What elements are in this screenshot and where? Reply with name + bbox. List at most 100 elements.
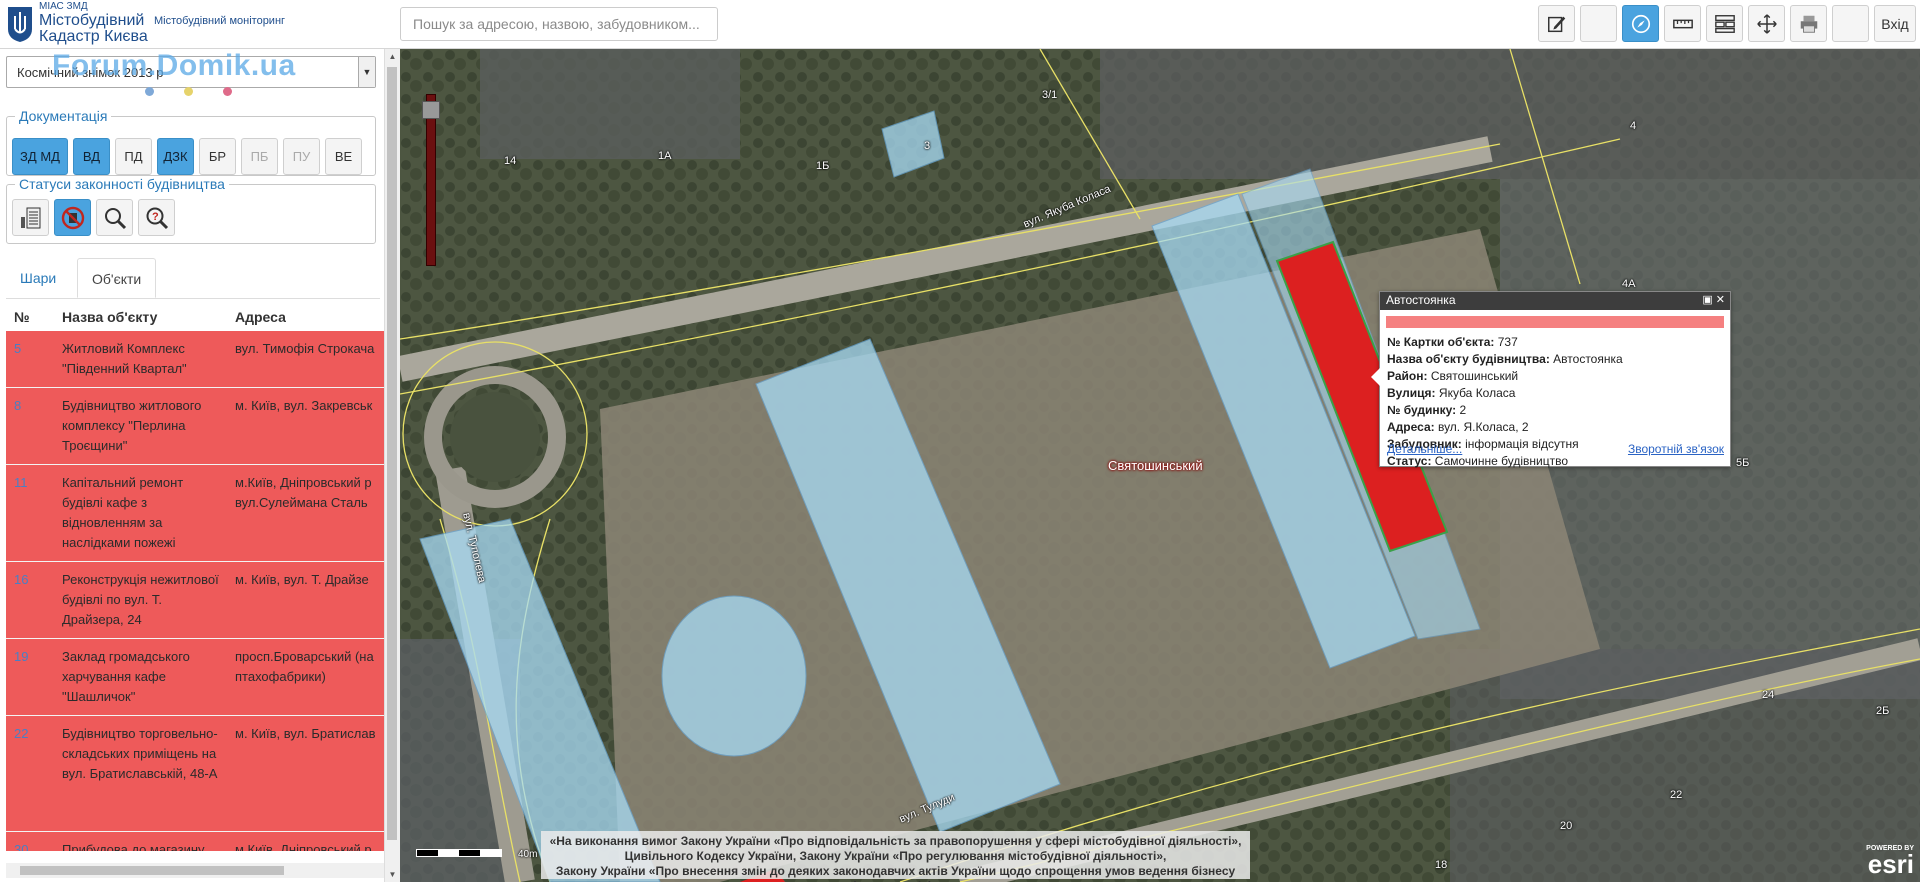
row-number: 5 <box>14 341 22 356</box>
svg-text:?: ? <box>152 211 159 223</box>
popup-field: Район: Святошинський <box>1380 368 1730 385</box>
compass-button[interactable] <box>1622 5 1659 42</box>
row-name: Прибудова до магазину <box>62 842 205 851</box>
toolbar: Вхід <box>1538 5 1920 43</box>
popup-links: Детальніше... Зворотній зв'язок <box>1387 442 1724 456</box>
doc-button-pd[interactable]: ПД <box>115 138 152 175</box>
edit-icon <box>1547 16 1565 32</box>
esri-name: esri <box>1867 849 1914 879</box>
compass-icon <box>1631 14 1650 33</box>
layers-button[interactable] <box>1706 5 1743 42</box>
house-number-label: 5Б <box>1736 457 1750 469</box>
column-header-address: Адреса <box>235 309 286 325</box>
parcel-polygon[interactable] <box>661 595 807 757</box>
popup-field: Назва об'єкту будівництва: Автостоянка <box>1380 351 1730 368</box>
house-number-label: 4 <box>1630 120 1637 132</box>
layers-icon <box>1714 14 1735 33</box>
watermark: Forum.Domik.ua <box>52 49 296 82</box>
brand: МІАС ЗМД Містобудівний Кадастр Києва <box>39 2 148 45</box>
table-row[interactable]: 19 Заклад громадського харчування кафе "… <box>6 639 384 716</box>
side-panel: Космічний знімок 2013 р ▼ Forum.Domik.ua… <box>0 49 400 882</box>
doc-button-pu[interactable]: ПУ <box>283 138 320 175</box>
table-row[interactable]: 11 Капітальний ремонт будівлі кафе з від… <box>6 465 384 562</box>
blank-tool-button[interactable] <box>1580 5 1617 42</box>
doc-button-vd[interactable]: ВД <box>73 138 110 175</box>
search-status-button[interactable] <box>96 199 133 236</box>
table-row[interactable]: 8 Будівництво житлового комплексу "Перли… <box>6 388 384 465</box>
legal-building-button[interactable] <box>12 199 49 236</box>
dot-icon[interactable] <box>184 87 193 96</box>
table-row[interactable]: 16 Реконструкція нежитлової будівлі по в… <box>6 562 384 639</box>
row-number: 11 <box>14 475 28 490</box>
tab-layers[interactable]: Шари <box>6 258 70 298</box>
documentation-legend: Документація <box>15 108 112 124</box>
popup-field: № будинку: 2 <box>1380 402 1730 419</box>
popup-field-value: Автостоянка <box>1549 352 1623 366</box>
house-number-label: 1Б <box>816 160 830 172</box>
column-header-name: Назва об'єкту <box>62 309 158 325</box>
edit-button[interactable] <box>1538 5 1575 42</box>
row-number: 22 <box>14 726 29 741</box>
house-number-label: 14 <box>504 155 517 167</box>
scroll-up-icon[interactable]: ▲ <box>385 49 400 64</box>
table-horizontal-scrollbar[interactable] <box>6 863 384 878</box>
popup-field-key: Назва об'єкту будівництва: <box>1387 352 1550 366</box>
table-row[interactable]: 5 Житловий Комплекс "Південний Квартал" … <box>6 331 384 388</box>
doc-button-br[interactable]: БР <box>199 138 236 175</box>
print-button[interactable] <box>1790 5 1827 42</box>
row-number: 16 <box>14 572 29 587</box>
search-input[interactable] <box>400 7 718 41</box>
pan-button[interactable] <box>1748 5 1785 42</box>
doc-button-pb[interactable]: ПБ <box>241 138 278 175</box>
doc-button-dzk[interactable]: ДЗК <box>157 138 194 175</box>
esri-logo[interactable]: POWERED BY esri <box>1866 845 1914 879</box>
print-icon <box>1800 15 1817 33</box>
table-row[interactable]: 30 Прибудова до магазину м.Київ, Дніпров… <box>6 832 384 851</box>
login-button[interactable]: Вхід <box>1874 5 1916 42</box>
popup-title: Автостоянка <box>1386 293 1456 307</box>
row-name: Реконструкція нежитлової будівлі по вул.… <box>62 572 219 627</box>
kyiv-logo-icon <box>8 7 32 42</box>
measure-button[interactable] <box>1664 5 1701 42</box>
panel-vertical-scrollbar[interactable]: ▲ ▼ <box>384 49 400 882</box>
house-number-label: 3/1 <box>1042 89 1058 101</box>
popup-field-value: Якуба Коласа <box>1435 386 1516 400</box>
scroll-down-icon[interactable]: ▼ <box>385 867 400 882</box>
doc-button-ve[interactable]: ВЕ <box>325 138 362 175</box>
zoom-slider-handle[interactable] <box>422 101 440 119</box>
legality-status-group: Статуси законності будівництва ? <box>6 176 376 244</box>
tab-objects[interactable]: Об'єкти <box>77 258 157 298</box>
blank-tool-button-2[interactable] <box>1832 5 1869 42</box>
dot-icon[interactable] <box>223 87 232 96</box>
row-number: 8 <box>14 398 22 413</box>
doc-button-zdmd[interactable]: ЗД МД <box>12 138 68 175</box>
unknown-status-button[interactable]: ? <box>138 199 175 236</box>
close-icon[interactable]: ✕ <box>1716 294 1725 306</box>
row-name: Заклад громадського харчування кафе "Шаш… <box>62 649 190 704</box>
popup-field-key: Район: <box>1387 369 1428 383</box>
documentation-group: Документація ЗД МД ВД ПД ДЗК БР ПБ ПУ ВЕ <box>6 108 376 176</box>
popup-field-value: 737 <box>1494 335 1518 349</box>
maximize-icon[interactable]: ▣ <box>1702 294 1712 306</box>
scale-bar <box>416 849 502 857</box>
legal-notice: «На виконання вимог Закону України «Про … <box>541 831 1250 882</box>
popup-field-key: Вулиця: <box>1387 386 1436 400</box>
popup-pointer <box>1371 368 1380 386</box>
scroll-thumb[interactable] <box>387 67 397 840</box>
map-view[interactable]: 3/1 14 1А 1Б 3 4 4А 24 2Б 22 20 18 5Б ву… <box>400 49 1920 882</box>
dot-icon[interactable] <box>145 87 154 96</box>
details-link[interactable]: Детальніше... <box>1387 442 1462 456</box>
feedback-link[interactable]: Зворотній зв'язок <box>1628 442 1724 456</box>
brand-line2: Кадастр Києва <box>39 28 148 45</box>
popup-field: Вулиця: Якуба Коласа <box>1380 385 1730 402</box>
objects-table-header: № Назва об'єкту Адреса <box>6 303 384 331</box>
popup-header: Автостоянка ▣ ✕ <box>1380 292 1730 310</box>
column-header-number: № <box>14 309 30 325</box>
brand-line1: Містобудівний <box>39 12 145 29</box>
row-name: Будівництво житлового комплексу "Перлина… <box>62 398 202 453</box>
illegal-building-button[interactable] <box>54 199 91 236</box>
table-row[interactable]: 22 Будівництво торговельно-складських пр… <box>6 716 384 832</box>
row-address: м. Київ, вул. Закревськ <box>235 398 373 413</box>
zoom-slider[interactable] <box>422 94 440 266</box>
scroll-thumb[interactable] <box>20 866 284 875</box>
